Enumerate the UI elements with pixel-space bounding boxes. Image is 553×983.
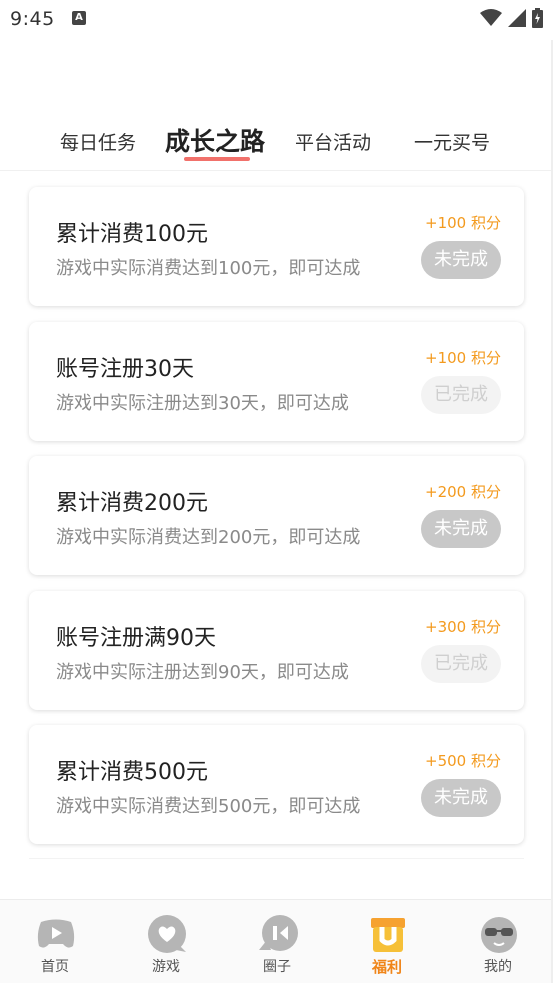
task-title: 累计消费100元 — [56, 222, 208, 247]
task-reward: +100 积分 — [425, 214, 501, 232]
task-card: 累计消费100元 游戏中实际消费达到100元，即可达成 +100 积分 未完成 — [29, 187, 524, 306]
nav-item-games[interactable]: 游戏 — [121, 900, 211, 983]
task-reward: +500 积分 — [425, 752, 501, 770]
status-bar: 9:45 A — [0, 0, 553, 40]
tab-growth-path[interactable]: 成长之路 — [165, 122, 265, 158]
task-title: 账号注册满90天 — [56, 626, 216, 651]
battery-icon — [532, 8, 543, 28]
tab-daily-tasks[interactable]: 每日任务 — [60, 128, 136, 155]
nav-label: 我的 — [484, 959, 512, 975]
task-status-button[interactable]: 已完成 — [421, 645, 501, 683]
category-tabs: 每日任务 成长之路 平台活动 一元买号 — [0, 118, 553, 168]
task-title: 账号注册30天 — [56, 357, 194, 382]
tab-platform-events[interactable]: 平台活动 — [295, 128, 371, 155]
list-end-divider — [29, 858, 524, 859]
task-status-button[interactable]: 未完成 — [421, 779, 501, 817]
tabs-divider — [0, 170, 553, 171]
bottom-nav: 首页 游戏 圈子 福利 我的 — [0, 899, 553, 983]
task-title: 累计消费500元 — [56, 760, 208, 785]
nav-label: 圈子 — [263, 959, 291, 975]
gamepad-icon — [37, 919, 75, 948]
task-title: 累计消费200元 — [56, 491, 208, 516]
notification-icon: A — [72, 11, 86, 25]
task-description: 游戏中实际注册达到90天，即可达成 — [56, 662, 349, 683]
wifi-icon — [480, 9, 502, 26]
nav-item-mine[interactable]: 我的 — [453, 900, 543, 983]
task-status-button[interactable]: 未完成 — [421, 241, 501, 279]
task-description: 游戏中实际消费达到500元，即可达成 — [56, 796, 361, 817]
nav-label: 游戏 — [152, 959, 180, 975]
nav-label: 首页 — [41, 959, 69, 975]
task-status-button[interactable]: 未完成 — [421, 510, 501, 548]
tab-one-yuan-account[interactable]: 一元买号 — [414, 128, 490, 155]
heart-chat-icon — [148, 915, 186, 953]
signal-icon — [508, 9, 526, 27]
task-card: 账号注册30天 游戏中实际注册达到30天，即可达成 +100 积分 已完成 — [29, 322, 524, 441]
circle-chat-icon — [259, 915, 298, 951]
nav-item-welfare[interactable]: 福利 — [342, 900, 432, 983]
active-tab-indicator — [184, 157, 250, 161]
status-icons — [480, 8, 543, 28]
nav-item-home[interactable]: 首页 — [10, 900, 100, 983]
task-reward: +100 积分 — [425, 349, 501, 367]
gift-icon — [371, 918, 405, 952]
task-description: 游戏中实际消费达到100元，即可达成 — [56, 258, 361, 279]
nav-label: 福利 — [371, 958, 402, 976]
nav-item-circle[interactable]: 圈子 — [232, 900, 322, 983]
task-status-button[interactable]: 已完成 — [421, 376, 501, 414]
task-reward: +300 积分 — [425, 618, 501, 636]
task-reward: +200 积分 — [425, 483, 501, 501]
task-description: 游戏中实际注册达到30天，即可达成 — [56, 393, 349, 414]
task-card: 账号注册满90天 游戏中实际注册达到90天，即可达成 +300 积分 已完成 — [29, 591, 524, 710]
task-card: 累计消费500元 游戏中实际消费达到500元，即可达成 +500 积分 未完成 — [29, 725, 524, 844]
task-card: 累计消费200元 游戏中实际消费达到200元，即可达成 +200 积分 未完成 — [29, 456, 524, 575]
status-time: 9:45 — [10, 8, 55, 30]
avatar-glasses-icon — [481, 917, 517, 953]
task-description: 游戏中实际消费达到200元，即可达成 — [56, 527, 361, 548]
